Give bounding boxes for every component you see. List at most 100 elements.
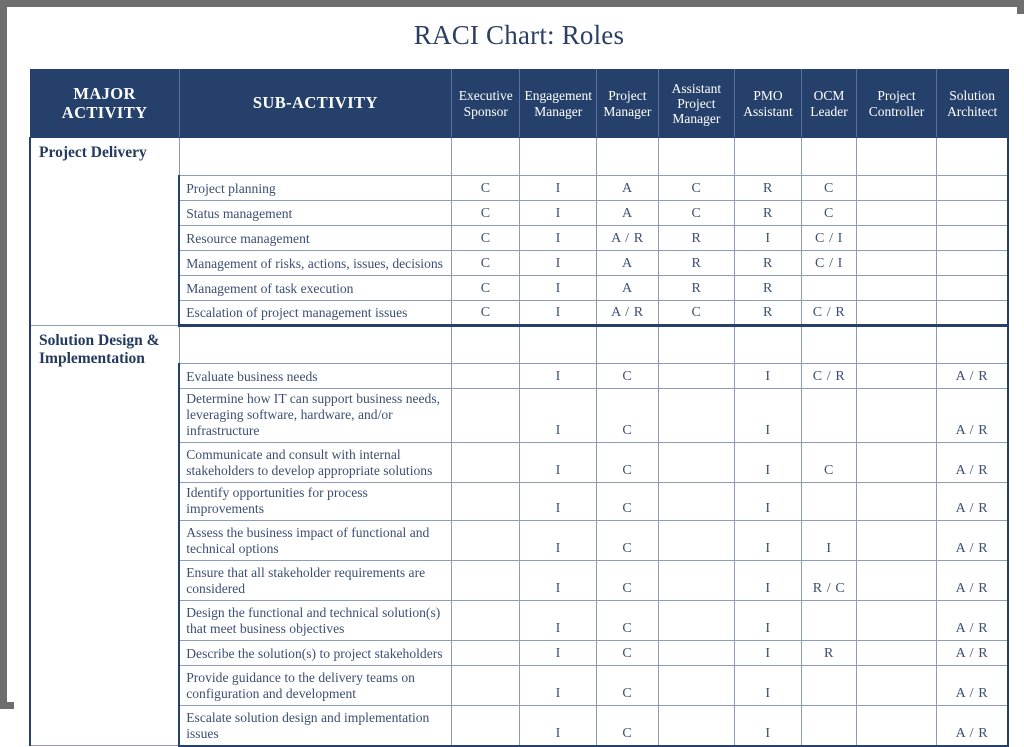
- raci-value-cell: [450, 442, 521, 484]
- raci-value-cell: I: [734, 442, 802, 484]
- raci-value-cell: C: [450, 200, 521, 226]
- raci-value-cell: I: [519, 175, 598, 201]
- raci-value-cell: [856, 363, 937, 389]
- raci-value-cell: C: [596, 363, 659, 389]
- raci-value-cell: [657, 363, 736, 389]
- raci-value-cell: R / C: [800, 560, 858, 602]
- raci-value-cell: A / R: [935, 560, 1009, 602]
- header-line-1: MAJOR: [73, 84, 136, 104]
- sub-activity-cell: [178, 137, 452, 176]
- major-activity-line-1: Solution Design &: [39, 332, 160, 349]
- raci-value-cell: C: [800, 200, 858, 226]
- raci-value-cell: A: [596, 175, 659, 201]
- sub-activity-cell: Design the functional and technical solu…: [178, 600, 452, 642]
- header-line-2: Controller: [868, 103, 925, 119]
- raci-value-cell: R: [657, 225, 736, 251]
- raci-value-cell: C: [450, 250, 521, 276]
- header-row: MAJOR ACTIVITY SUB-ACTIVITY Executive Sp…: [29, 69, 1009, 138]
- raci-value-cell: [450, 560, 521, 602]
- raci-value-cell: [856, 137, 937, 176]
- column-header-ocm-leader: OCM Leader: [800, 69, 858, 138]
- raci-value-cell: I: [519, 482, 598, 522]
- raci-value-cell: C: [596, 520, 659, 562]
- raci-value-cell: I: [734, 520, 802, 562]
- raci-value-cell: [935, 225, 1009, 251]
- table-body: Project Delivery Project planning C I A C R C St…: [28, 137, 1009, 747]
- raci-value-cell: [856, 442, 937, 484]
- header-line-1: Executive: [458, 88, 513, 104]
- raci-value-cell: [657, 482, 736, 522]
- column-header-engagement-manager: Engagement Manager: [519, 69, 598, 138]
- sub-activity-cell: Describe the solution(s) to project stak…: [178, 640, 452, 667]
- table-row: Solution Design & Implementation: [28, 324, 1009, 747]
- raci-value-cell: [856, 640, 937, 667]
- raci-chart-table: MAJOR ACTIVITY SUB-ACTIVITY Executive Sp…: [28, 69, 1009, 747]
- raci-value-cell: A / R: [935, 363, 1009, 389]
- raci-value-cell: R: [734, 275, 802, 301]
- raci-value-cell: I: [519, 520, 598, 562]
- raci-value-cell: I: [734, 482, 802, 522]
- raci-value-cell: [450, 665, 521, 707]
- sub-activity-cell: Escalate solution design and implementat…: [178, 705, 452, 747]
- column-header-executive-sponsor: Executive Sponsor: [450, 69, 521, 138]
- raci-value-cell: I: [519, 640, 598, 667]
- raci-value-cell: C: [657, 175, 736, 201]
- raci-value-cell: A / R: [935, 640, 1009, 667]
- raci-value-cell: C: [596, 387, 659, 444]
- raci-value-cell: [856, 175, 937, 201]
- raci-value-cell: I: [519, 300, 598, 327]
- major-activity-cell: Solution Design & Implementation: [28, 324, 180, 747]
- raci-value-cell: I: [519, 225, 598, 251]
- major-activity-cell: Project Delivery: [28, 137, 180, 326]
- raci-value-cell: [450, 387, 521, 444]
- sub-activity-cell: Resource management: [178, 225, 452, 251]
- raci-value-cell: C: [596, 482, 659, 522]
- column-header-project-controller: Project Controller: [856, 69, 937, 138]
- raci-value-cell: A / R: [935, 482, 1009, 522]
- header-line-2: Project: [677, 95, 716, 111]
- raci-value-cell: A: [596, 275, 659, 301]
- raci-value-cell: [935, 200, 1009, 226]
- raci-value-cell: [657, 640, 736, 667]
- raci-value-cell: [800, 325, 858, 364]
- raci-value-cell: [657, 560, 736, 602]
- raci-value-cell: [856, 665, 937, 707]
- header-line-2: Leader: [810, 103, 848, 119]
- sub-activity-cell: Management of task execution: [178, 275, 452, 301]
- raci-value-cell: [450, 363, 521, 389]
- raci-value-cell: I: [519, 665, 598, 707]
- raci-value-cell: [657, 137, 736, 176]
- raci-value-cell: [856, 705, 937, 747]
- raci-value-cell: C: [657, 200, 736, 226]
- raci-value-cell: [935, 275, 1009, 301]
- raci-value-cell: [450, 325, 521, 364]
- raci-value-cell: R: [657, 275, 736, 301]
- raci-value-cell: I: [734, 600, 802, 642]
- page-frame: RACI Chart: Roles MAJOR ACTIVITY SUB-ACT…: [0, 0, 1024, 747]
- raci-value-cell: [800, 705, 858, 747]
- raci-value-cell: [800, 482, 858, 522]
- sub-activity-cell: Assess the business impact of functional…: [178, 520, 452, 562]
- raci-value-cell: [657, 442, 736, 484]
- sub-activity-cell: Provide guidance to the delivery teams o…: [178, 665, 452, 707]
- raci-value-cell: C: [450, 275, 521, 301]
- header-line-1: Project: [608, 88, 647, 104]
- raci-value-cell: R: [734, 175, 802, 201]
- raci-value-cell: C: [596, 705, 659, 747]
- raci-value-cell: I: [519, 387, 598, 444]
- raci-value-cell: [657, 520, 736, 562]
- raci-value-cell: [856, 300, 937, 327]
- raci-value-cell: [935, 300, 1009, 327]
- document-page: RACI Chart: Roles MAJOR ACTIVITY SUB-ACT…: [14, 14, 1024, 747]
- header-line-1: Project: [877, 88, 916, 104]
- sub-activity-cell: Identify opportunities for process impro…: [178, 482, 452, 522]
- raci-value-cell: [450, 705, 521, 747]
- raci-value-cell: I: [734, 363, 802, 389]
- raci-value-cell: C: [596, 640, 659, 667]
- raci-value-cell: I: [519, 200, 598, 226]
- raci-value-cell: [657, 387, 736, 444]
- raci-value-cell: A / R: [935, 520, 1009, 562]
- header-line-1: Assistant: [671, 80, 722, 96]
- raci-value-cell: I: [734, 387, 802, 444]
- raci-value-cell: I: [800, 520, 858, 562]
